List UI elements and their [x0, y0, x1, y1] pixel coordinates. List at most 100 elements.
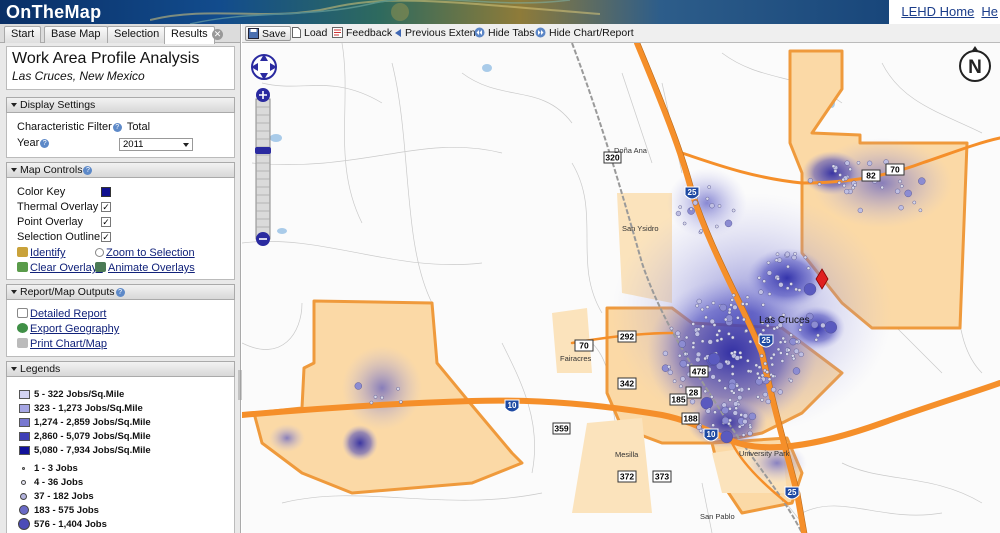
job-point	[699, 229, 704, 233]
job-point	[354, 382, 363, 390]
job-point	[742, 419, 748, 425]
characteristic-filter-value[interactable]: Total	[127, 121, 150, 133]
job-point	[729, 303, 733, 307]
legend-label: 1 - 3 Jobs	[34, 463, 78, 474]
job-point	[713, 410, 717, 415]
tab-base-map[interactable]: Base Map	[44, 26, 108, 43]
job-point	[679, 360, 687, 368]
job-point	[695, 357, 701, 363]
legend-points-4: 183 - 575 Jobs	[19, 505, 99, 516]
job-point	[900, 184, 904, 188]
job-point	[803, 255, 808, 260]
zoom-slider[interactable]	[255, 88, 271, 246]
clear-overlays-link[interactable]: Clear Overlays	[17, 262, 103, 274]
job-point	[707, 352, 721, 366]
job-point	[675, 330, 681, 336]
identify-link[interactable]: Identify	[17, 247, 65, 259]
selection-outline-checkbox[interactable]: ✓	[101, 232, 111, 242]
tab-strip: Start Base Map Selection Results ✕	[0, 24, 240, 44]
job-point	[770, 362, 775, 367]
tab-start[interactable]: Start	[4, 26, 42, 43]
job-point	[792, 367, 801, 375]
legend-swatch	[19, 390, 30, 399]
job-point	[781, 336, 786, 341]
legend-dot	[20, 493, 27, 500]
job-point	[760, 398, 764, 402]
job-point	[747, 430, 753, 437]
zoom-thumb[interactable]	[255, 147, 271, 154]
job-point	[678, 205, 683, 209]
page-icon	[292, 27, 301, 38]
previous-extent-button[interactable]: Previous Extent	[394, 26, 479, 41]
hide-tabs-button[interactable]: Hide Tabs	[474, 26, 535, 41]
place-label: Mesilla	[615, 450, 639, 459]
detailed-report-link[interactable]: Detailed Report	[17, 308, 106, 320]
pan-control[interactable]	[251, 54, 277, 80]
legend-points-5: 576 - 1,404 Jobs	[18, 518, 107, 530]
legend-density-4: 2,860 - 5,079 Jobs/Sq.Mile	[19, 431, 151, 442]
job-point	[737, 395, 743, 401]
help-icon[interactable]: ?	[83, 165, 93, 175]
map-controls-header[interactable]: Map Controls?	[6, 162, 235, 178]
map-svg[interactable]: 320 70 82 70 292 342 478 28 185 188 359 …	[242, 43, 1000, 533]
point-overlay-checkbox[interactable]: ✓	[101, 217, 111, 227]
color-key-swatch[interactable]	[101, 187, 111, 197]
job-point	[918, 177, 926, 185]
legend-points-2: 4 - 36 Jobs	[19, 477, 83, 488]
export-geography-link[interactable]: Export Geography	[17, 323, 119, 335]
legend-dot	[18, 518, 30, 530]
job-point	[776, 347, 781, 352]
animate-overlays-link[interactable]: Animate Overlays	[95, 262, 195, 274]
job-point	[737, 424, 742, 429]
zoom-to-selection-link[interactable]: Zoom to Selection	[95, 247, 195, 259]
job-point	[772, 352, 776, 357]
job-point	[717, 329, 722, 333]
print-chart-link[interactable]: Print Chart/Map	[17, 338, 107, 350]
outputs-header[interactable]: Report/Map Outputs?	[6, 284, 235, 300]
map-canvas[interactable]: 320 70 82 70 292 342 478 28 185 188 359 …	[242, 43, 1000, 533]
help-link[interactable]: He	[981, 4, 998, 19]
job-point	[898, 179, 902, 184]
tab-results[interactable]: Results	[164, 26, 215, 44]
year-select[interactable]: 2011	[119, 138, 193, 151]
job-point	[700, 307, 705, 312]
job-point	[831, 164, 836, 168]
route-shield-label: 359	[554, 424, 568, 434]
job-point	[730, 298, 735, 302]
job-point	[857, 207, 863, 214]
job-point	[732, 410, 738, 416]
job-point	[777, 389, 783, 395]
job-point	[856, 161, 861, 165]
print-chart-text: Print Chart/Map	[30, 338, 108, 350]
lehd-home-link[interactable]: LEHD Home	[901, 4, 974, 19]
display-settings-title: Display Settings	[20, 99, 96, 111]
zoom-to-selection-text: Zoom to Selection	[106, 247, 195, 259]
legends-header[interactable]: Legends	[6, 361, 235, 377]
thermal-overlay-checkbox[interactable]: ✓	[101, 202, 111, 212]
help-icon[interactable]: ?	[40, 138, 50, 148]
help-icon[interactable]: ?	[115, 287, 125, 297]
forward-icon	[535, 27, 546, 38]
job-point	[682, 221, 687, 226]
job-point	[723, 317, 728, 322]
job-point	[785, 352, 789, 356]
help-icon[interactable]: ?	[112, 122, 122, 132]
legend-label: 576 - 1,404 Jobs	[34, 519, 107, 530]
job-point	[814, 337, 819, 342]
job-point	[684, 335, 689, 340]
job-point	[721, 416, 730, 425]
tab-selection[interactable]: Selection	[107, 26, 167, 43]
feedback-button[interactable]: Feedback	[332, 26, 392, 41]
job-point	[667, 364, 671, 369]
hide-chart-button[interactable]: Hide Chart/Report	[535, 26, 634, 41]
job-point	[759, 354, 764, 358]
job-point	[700, 339, 705, 344]
job-point	[709, 203, 715, 209]
legends-title: Legends	[20, 363, 61, 375]
display-settings-header[interactable]: Display Settings	[6, 97, 235, 113]
load-button[interactable]: Load	[292, 26, 327, 41]
close-tab-icon[interactable]: ✕	[212, 29, 223, 40]
job-point	[894, 188, 901, 194]
save-button[interactable]: Save	[245, 26, 291, 41]
legend-label: 5,080 - 7,934 Jobs/Sq.Mile	[34, 445, 151, 456]
